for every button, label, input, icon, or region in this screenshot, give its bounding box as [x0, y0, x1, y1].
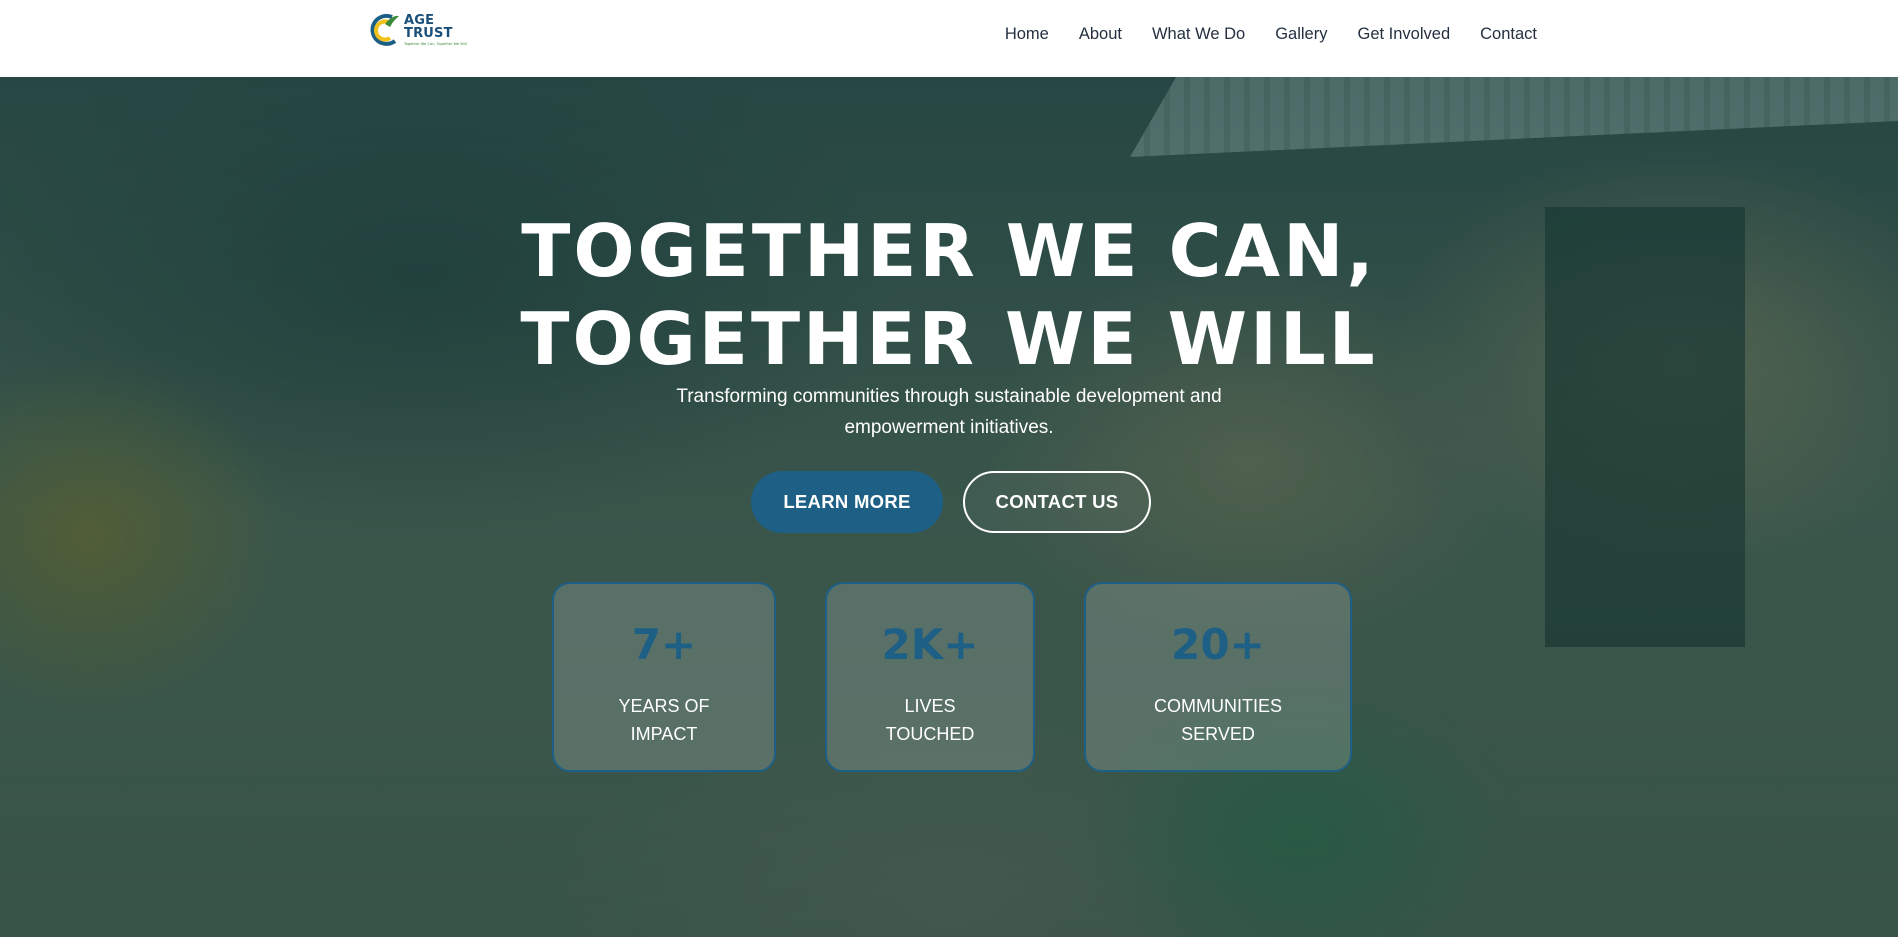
nav-get-involved[interactable]: Get Involved	[1357, 22, 1450, 46]
main-nav: Home About What We Do Gallery Get Involv…	[1005, 22, 1537, 46]
hero-title-line-1: TOGETHER WE CAN,	[521, 209, 1377, 293]
hero-subtitle: Transforming communities through sustain…	[676, 386, 1222, 438]
logo-name: AGE TRUST	[404, 12, 453, 41]
stat-label: LIVES TOUCHED	[885, 696, 975, 744]
nav-contact[interactable]: Contact	[1480, 22, 1537, 46]
nav-gallery[interactable]: Gallery	[1275, 22, 1327, 46]
stat-value: 20+	[1171, 620, 1265, 669]
hero-title-line-2: TOGETHER WE WILL	[520, 297, 1378, 381]
site-header: AGE TRUST Together We Can, Together We W…	[0, 0, 1898, 77]
logo-tagline: Together We Can, Together We Will	[404, 41, 467, 46]
stat-card-lives: 2K+ LIVES TOUCHED	[825, 582, 1035, 772]
nav-about[interactable]: About	[1079, 22, 1122, 46]
hero-title: TOGETHER WE CAN, TOGETHER WE WILL	[0, 207, 1898, 383]
stat-label: YEARS OF IMPACT	[618, 696, 710, 744]
logo-link[interactable]: AGE TRUST Together We Can, Together We W…	[368, 10, 478, 50]
hero-section: TOGETHER WE CAN, TOGETHER WE WILL Transf…	[0, 77, 1898, 937]
logo-icon	[370, 13, 399, 46]
learn-more-button[interactable]: LEARN MORE	[751, 471, 943, 533]
nav-what-we-do[interactable]: What We Do	[1152, 22, 1245, 46]
stat-card-communities: 20+ COMMUNITIES SERVED	[1084, 582, 1352, 772]
contact-us-button[interactable]: CONTACT US	[963, 471, 1151, 533]
nav-home[interactable]: Home	[1005, 22, 1049, 46]
hero-overlay	[0, 77, 1898, 937]
stat-card-years: 7+ YEARS OF IMPACT	[552, 582, 776, 772]
stat-label: COMMUNITIES SERVED	[1154, 696, 1282, 744]
stat-value: 7+	[631, 620, 697, 669]
stat-value: 2K+	[881, 620, 979, 669]
